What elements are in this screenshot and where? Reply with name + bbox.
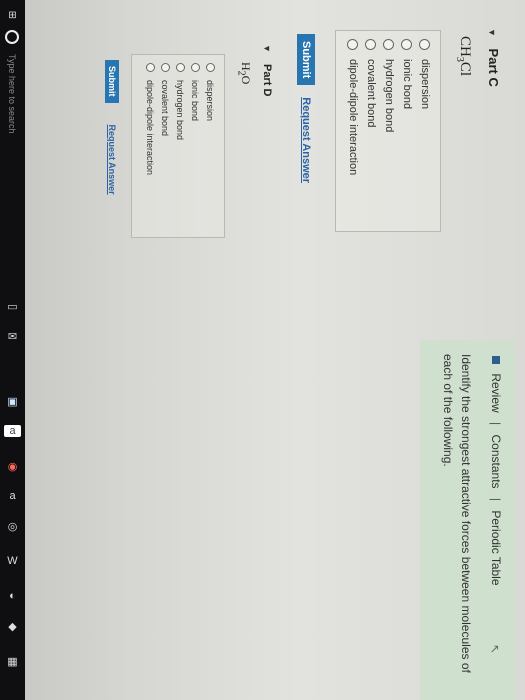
part-d-submit-button[interactable]: Submit [105,60,119,103]
part-c-header[interactable]: ▼ Part C [486,28,501,87]
separator: | [489,497,503,502]
radio-button[interactable] [161,63,170,72]
formula-tail: Cl [457,61,473,77]
radio-button[interactable] [146,63,155,72]
option-dispersion[interactable]: dispersion [203,63,218,175]
radio-button[interactable] [401,39,413,50]
option-dipole-dipole[interactable]: dipole-dipole interaction [344,39,362,175]
taskbar: Type here to search ⊞ ▭ ✉ ▣ a ◉ a ◎ W ◐ … [0,0,25,700]
opera-icon[interactable]: ◉ [4,460,21,473]
option-ionic-bond[interactable]: ionic bond [188,63,203,175]
part-d-title: Part D [261,63,273,97]
option-ionic-bond[interactable]: ionic bond [398,39,416,175]
separator: | [489,422,503,426]
option-dipole-dipole[interactable]: dipole-dipole interaction [143,63,158,175]
periodic-table-link[interactable]: Periodic Table [489,510,503,585]
app-icon-2[interactable]: ◆ [4,620,21,633]
collapse-triangle-icon[interactable]: ▼ [487,28,497,37]
radio-button[interactable] [347,39,359,50]
radio-button[interactable] [419,39,431,50]
formula-tail: O [239,75,253,85]
option-dispersion[interactable]: dispersion [416,39,434,175]
option-label: hydrogen bond [175,80,186,141]
option-hydrogen-bond[interactable]: hydrogen bond [173,63,188,175]
part-c-title: Part C [486,48,501,87]
part-c-formula: CH3Cl [454,36,473,76]
radio-button[interactable] [206,63,215,72]
part-c-submit-button[interactable]: Submit [297,34,315,86]
option-label: dipole-dipole interaction [347,59,359,176]
option-label: dipole-dipole interaction [145,80,156,176]
constants-link[interactable]: Constants [489,435,503,489]
option-label: dispersion [419,59,431,110]
review-flag-icon [492,356,500,364]
windows-start-icon[interactable]: ⊞ [4,10,21,21]
radio-button[interactable] [191,63,200,72]
part-c-request-answer-link[interactable]: Request Answer [300,97,312,183]
search-placeholder: Type here to search [7,54,18,134]
amazon-app-icon[interactable]: a [4,425,21,437]
radio-button[interactable] [365,39,377,50]
radio-button[interactable] [176,63,185,72]
formula-main: CH [457,36,473,57]
option-covalent-bond[interactable]: covalent bond [158,63,173,175]
collapse-triangle-icon[interactable]: ▼ [262,44,272,53]
word-icon[interactable]: W [4,555,21,567]
option-label: hydrogen bond [383,59,395,133]
option-label: covalent bond [365,59,377,128]
radio-button[interactable] [383,39,395,50]
option-label: covalent bond [160,80,171,137]
task-view-icon[interactable]: ▭ [4,300,21,313]
amazon-small-icon[interactable]: a [4,490,21,502]
review-link[interactable]: Review [489,373,503,412]
option-covalent-bond[interactable]: covalent bond [362,39,380,175]
option-hydrogen-bond[interactable]: hydrogen bond [380,39,398,175]
chrome-icon[interactable]: ◎ [4,520,21,533]
part-d-header[interactable]: ▼ Part D [261,44,273,96]
part-c-actions: Submit Request Answer [297,34,315,183]
taskbar-search[interactable]: Type here to search [0,0,25,230]
part-c-options-box: dispersion ionic bond hydrogen bond cova… [335,30,441,232]
part-d-actions: Submit Request Answer [105,60,119,195]
instruction-text: Identify the strongest attractive forces… [441,354,473,673]
app-icon[interactable]: ◐ [4,590,21,602]
mail-icon[interactable]: ✉ [4,330,21,343]
option-label: dispersion [205,80,216,122]
mouse-cursor-icon: ↖ [488,643,503,655]
part-d-request-answer-link[interactable]: Request Answer [107,125,117,195]
option-label: ionic bond [401,59,413,110]
resource-links: Review | Constants | Periodic Table [489,356,503,586]
formula-main: H [239,62,253,71]
part-d-formula: H2O [236,62,253,84]
monitor-screen: ▼ Part C Review | Constants | Periodic T… [25,0,525,700]
cortana-icon[interactable] [5,30,20,44]
word-app-icon[interactable]: ▣ [4,395,21,408]
page-content: ▼ Part C Review | Constants | Periodic T… [65,0,525,700]
part-d-options-box: dispersion ionic bond hydrogen bond cova… [131,54,225,238]
notification-icon[interactable]: ▦ [4,655,21,668]
option-label: ionic bond [190,80,201,122]
